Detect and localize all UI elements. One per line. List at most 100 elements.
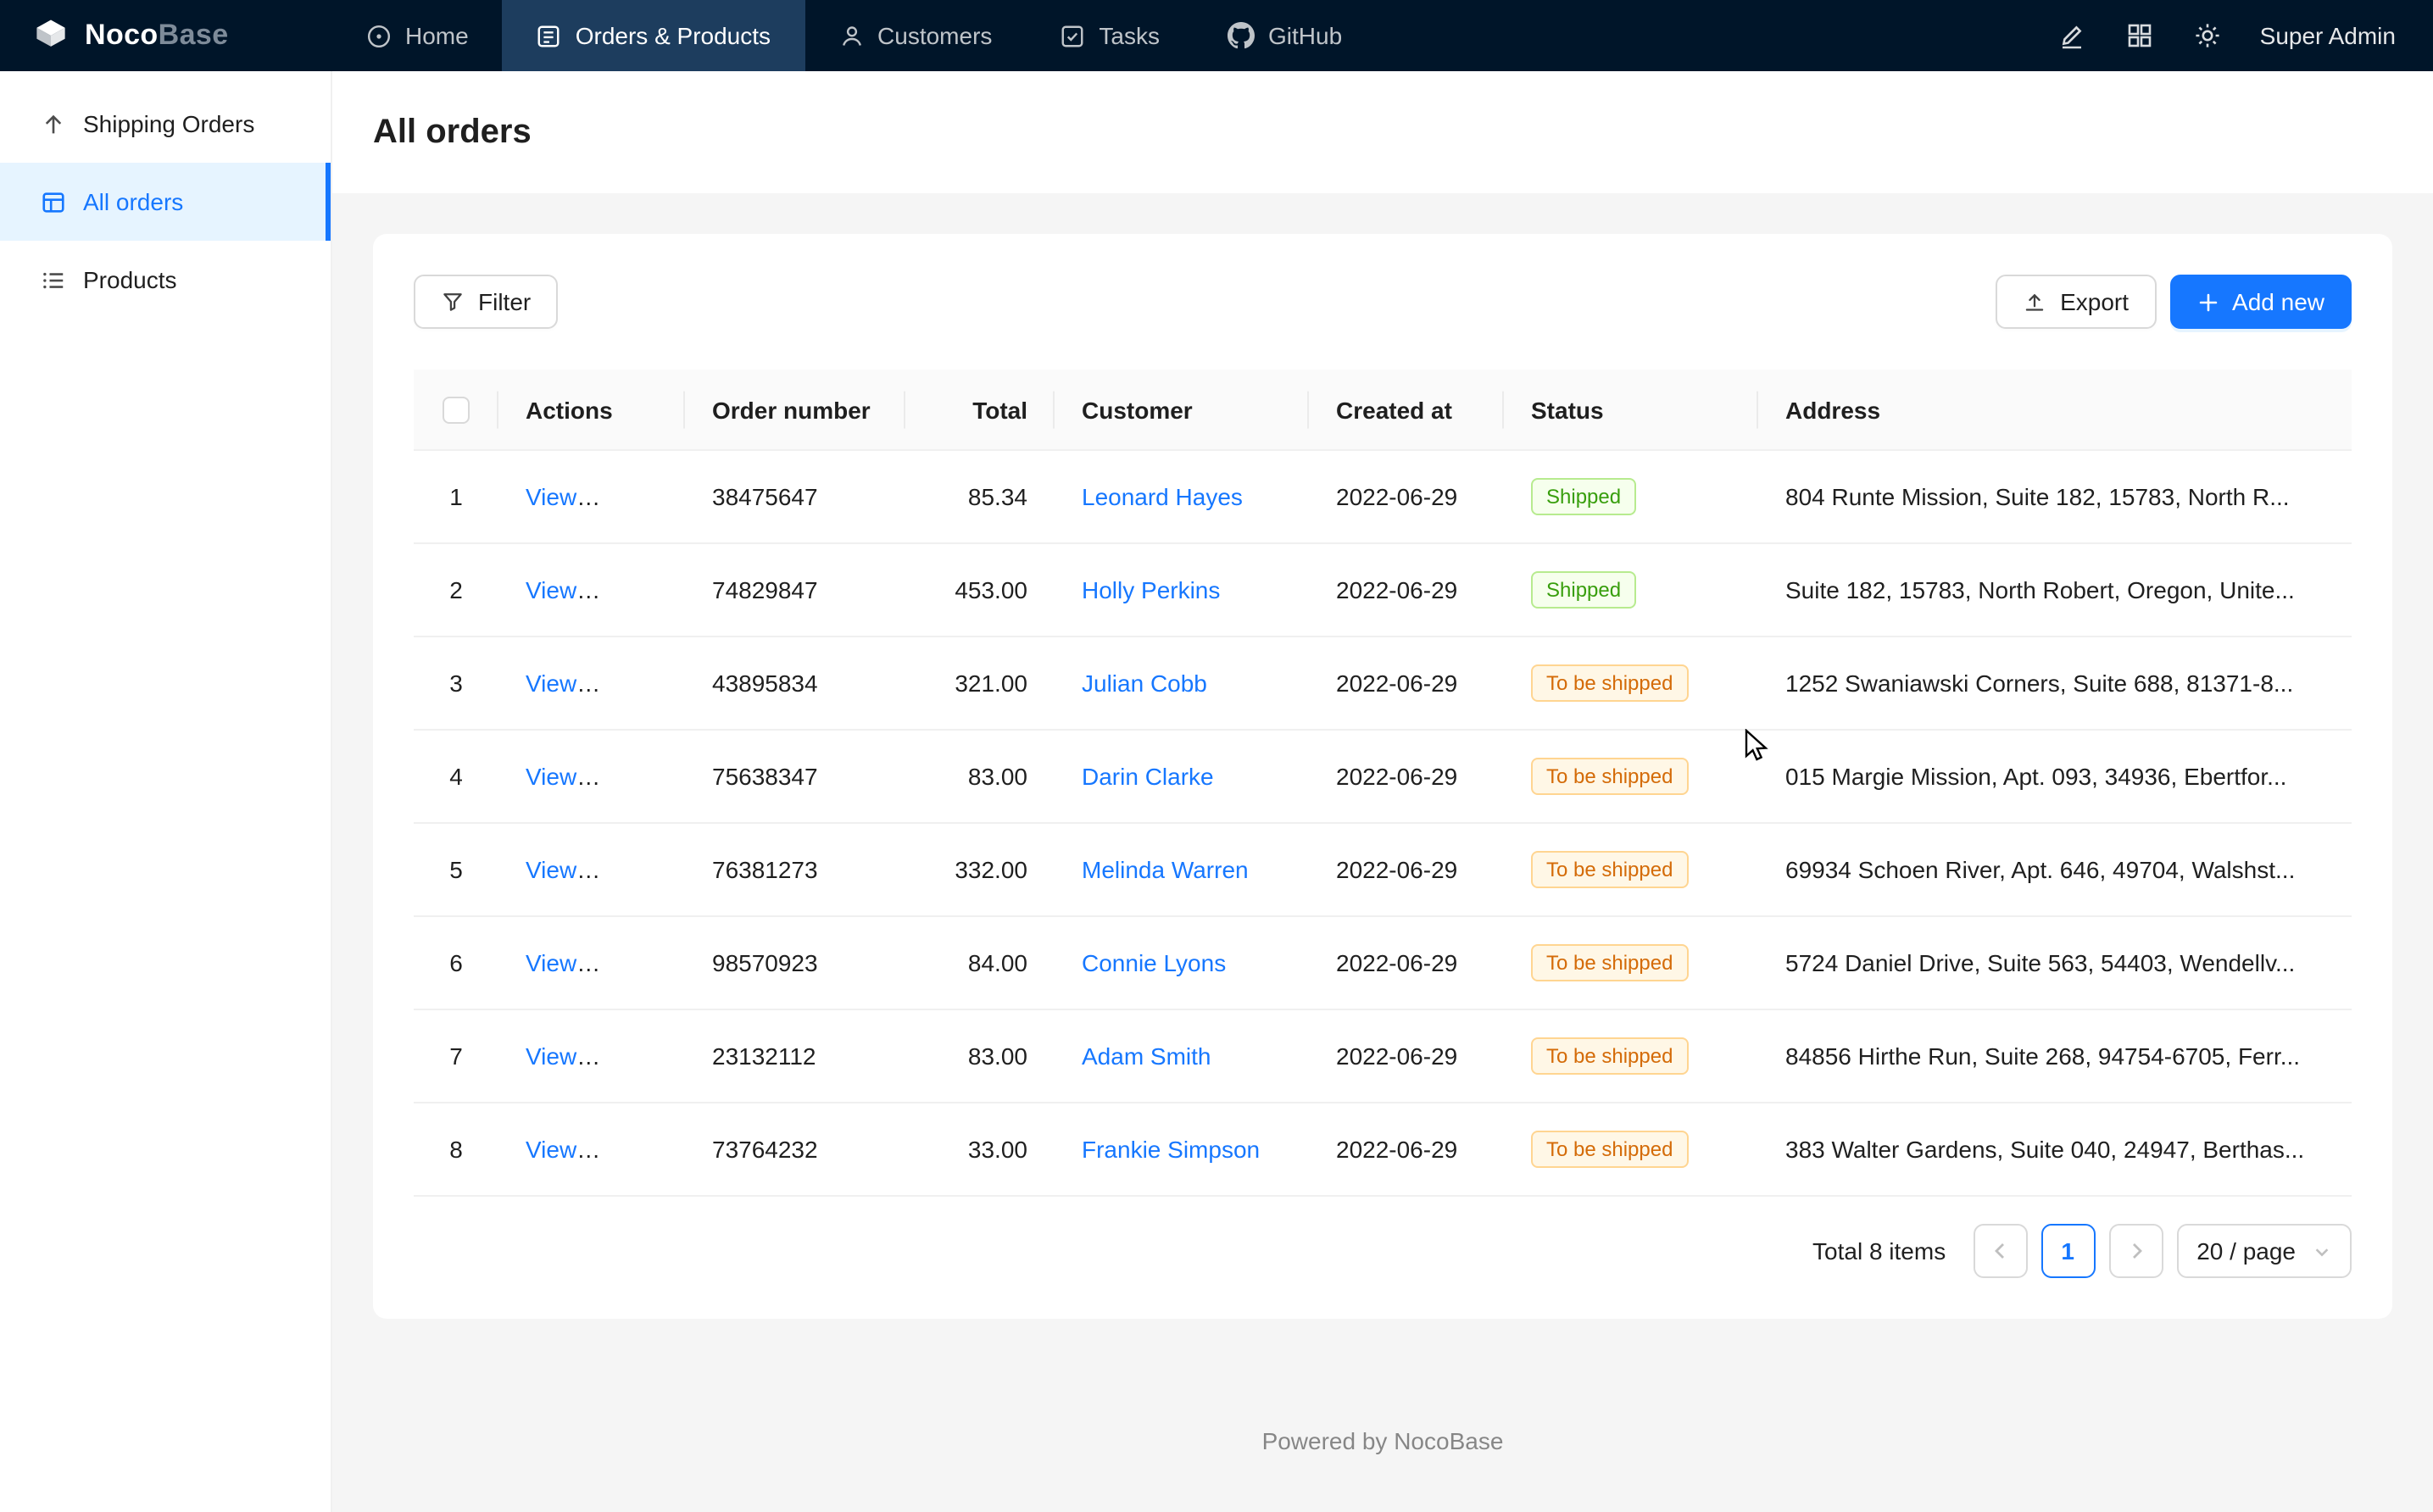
export-button[interactable]: Export bbox=[1996, 275, 2156, 329]
customer-link[interactable]: Holly Perkins bbox=[1082, 577, 1220, 604]
edit-link[interactable]: Edit bbox=[619, 764, 660, 791]
list-icon bbox=[41, 267, 66, 292]
nav-item-label: Home bbox=[405, 22, 469, 49]
table-row: 8 ViewEdit 73764232 33.00 Frankie Simpso… bbox=[414, 1103, 2352, 1197]
gear-icon[interactable] bbox=[2179, 7, 2236, 64]
table-row: 2 ViewEdit 74829847 453.00 Holly Perkins… bbox=[414, 544, 2352, 637]
customer-link[interactable]: Leonard Hayes bbox=[1082, 484, 1243, 511]
address-cell: 383 Walter Gardens, Suite 040, 24947, Be… bbox=[1758, 1103, 2352, 1197]
sidebar-item-label: Products bbox=[83, 266, 177, 293]
nocobase-logo[interactable]: NocoBase bbox=[0, 0, 332, 71]
edit-link[interactable]: Edit bbox=[619, 950, 660, 977]
view-link[interactable]: View bbox=[526, 1137, 600, 1164]
created-at-cell: 2022-06-29 bbox=[1309, 1010, 1504, 1103]
chevron-down-icon bbox=[2313, 1242, 2331, 1261]
pen-icon[interactable] bbox=[2043, 7, 2101, 64]
created-at-cell: 2022-06-29 bbox=[1309, 1103, 1504, 1197]
actions-cell: View Edit bbox=[498, 917, 685, 1010]
filter-button[interactable]: Filter bbox=[414, 275, 558, 329]
orders-card: Filter Export bbox=[373, 234, 2392, 1320]
view-link[interactable]: View bbox=[526, 857, 600, 884]
orders-icon bbox=[537, 23, 562, 48]
view-link[interactable]: View bbox=[526, 1043, 600, 1070]
nav-item-label: Customers bbox=[877, 22, 992, 49]
export-icon bbox=[2023, 290, 2046, 314]
add-new-button[interactable]: Add new bbox=[2169, 275, 2352, 329]
total-cell: 84.00 bbox=[905, 917, 1055, 1010]
actions-cell: View Edit bbox=[498, 451, 685, 544]
row-index: 5 bbox=[414, 824, 498, 917]
filter-icon bbox=[441, 290, 465, 314]
address-cell: 5724 Daniel Drive, Suite 563, 54403, Wen… bbox=[1758, 917, 2352, 1010]
navbar-actions: Super Admin bbox=[2043, 0, 2433, 71]
chevron-right-icon bbox=[2125, 1242, 2146, 1262]
sidebar-item-products[interactable]: Products bbox=[0, 241, 331, 319]
content-area: Filter Export bbox=[332, 193, 2433, 1512]
order-number-cell: 38475647 bbox=[685, 451, 905, 544]
nav-item-tasks[interactable]: Tasks bbox=[1026, 0, 1194, 71]
edit-link[interactable]: Edit bbox=[619, 1043, 660, 1070]
total-cell: 321.00 bbox=[905, 637, 1055, 731]
nocobase-logo-icon bbox=[31, 15, 71, 56]
customer-link[interactable]: Darin Clarke bbox=[1082, 764, 1214, 791]
status-cell: Shipped bbox=[1504, 544, 1758, 637]
order-number-cell: 73764232 bbox=[685, 1103, 905, 1197]
edit-link[interactable]: Edit bbox=[619, 484, 660, 511]
nav-item-customers[interactable]: Customers bbox=[805, 0, 1026, 71]
page-title: All orders bbox=[373, 108, 2392, 156]
brand-name: NocoBase bbox=[85, 19, 229, 53]
select-all-checkbox[interactable] bbox=[443, 397, 470, 425]
sidebar-item-all-orders[interactable]: All orders bbox=[0, 163, 331, 241]
view-link[interactable]: View bbox=[526, 950, 600, 977]
customer-link[interactable]: Melinda Warren bbox=[1082, 857, 1249, 884]
order-number-cell: 23132112 bbox=[685, 1010, 905, 1103]
status-badge: To be shipped bbox=[1531, 759, 1688, 796]
status-badge: To be shipped bbox=[1531, 852, 1688, 889]
total-cell: 83.00 bbox=[905, 731, 1055, 824]
sidebar-item-shipping-orders[interactable]: Shipping Orders bbox=[0, 85, 331, 163]
powered-by-text: Powered by NocoBase bbox=[1262, 1427, 1504, 1454]
nav-item-home[interactable]: Home bbox=[332, 0, 503, 71]
created-at-cell: 2022-06-29 bbox=[1309, 637, 1504, 731]
pagination-prev-button[interactable] bbox=[1973, 1225, 2027, 1279]
edit-link[interactable]: Edit bbox=[619, 577, 660, 604]
customer-link[interactable]: Julian Cobb bbox=[1082, 670, 1207, 698]
column-header-actions: Actions bbox=[498, 370, 685, 451]
address-cell: Suite 182, 15783, North Robert, Oregon, … bbox=[1758, 544, 2352, 637]
view-link[interactable]: View bbox=[526, 764, 600, 791]
grid-icon[interactable] bbox=[2111, 7, 2169, 64]
view-link[interactable]: View bbox=[526, 484, 600, 511]
row-index: 3 bbox=[414, 637, 498, 731]
tasks-icon bbox=[1060, 23, 1085, 48]
view-link[interactable]: View bbox=[526, 577, 600, 604]
view-link[interactable]: View bbox=[526, 670, 600, 698]
nav-item-orders-products[interactable]: Orders & Products bbox=[503, 0, 805, 71]
pagination-page-1[interactable]: 1 bbox=[2040, 1225, 2095, 1279]
edit-link[interactable]: Edit bbox=[619, 857, 660, 884]
address-cell: 1252 Swaniawski Corners, Suite 688, 8137… bbox=[1758, 637, 2352, 731]
created-at-cell: 2022-06-29 bbox=[1309, 917, 1504, 1010]
orders-table-body: 1 ViewEdit 38475647 85.34 Leonard Hayes … bbox=[414, 451, 2352, 1197]
status-cell: Shipped bbox=[1504, 451, 1758, 544]
customer-link[interactable]: Connie Lyons bbox=[1082, 950, 1226, 977]
row-index: 1 bbox=[414, 451, 498, 544]
nav-item-github[interactable]: GitHub bbox=[1194, 0, 1376, 71]
table-row: 6 ViewEdit 98570923 84.00 Connie Lyons 2… bbox=[414, 917, 2352, 1010]
edit-link[interactable]: Edit bbox=[619, 1137, 660, 1164]
table-row: 1 ViewEdit 38475647 85.34 Leonard Hayes … bbox=[414, 451, 2352, 544]
user-menu[interactable]: Super Admin bbox=[2260, 22, 2396, 49]
status-cell: To be shipped bbox=[1504, 824, 1758, 917]
customer-link[interactable]: Adam Smith bbox=[1082, 1043, 1211, 1070]
created-at-cell: 2022-06-29 bbox=[1309, 544, 1504, 637]
customer-link[interactable]: Frankie Simpson bbox=[1082, 1137, 1260, 1164]
created-at-cell: 2022-06-29 bbox=[1309, 824, 1504, 917]
footer: Powered by NocoBase bbox=[373, 1383, 2392, 1471]
row-index: 6 bbox=[414, 917, 498, 1010]
orders-table: Actions Order number Total Customer Crea… bbox=[414, 370, 2352, 1198]
total-cell: 85.34 bbox=[905, 451, 1055, 544]
page-size-select[interactable]: 20 / page bbox=[2176, 1225, 2352, 1279]
edit-link[interactable]: Edit bbox=[619, 670, 660, 698]
pagination-next-button[interactable] bbox=[2108, 1225, 2163, 1279]
status-badge: Shipped bbox=[1531, 479, 1636, 516]
customers-icon bbox=[838, 23, 864, 48]
